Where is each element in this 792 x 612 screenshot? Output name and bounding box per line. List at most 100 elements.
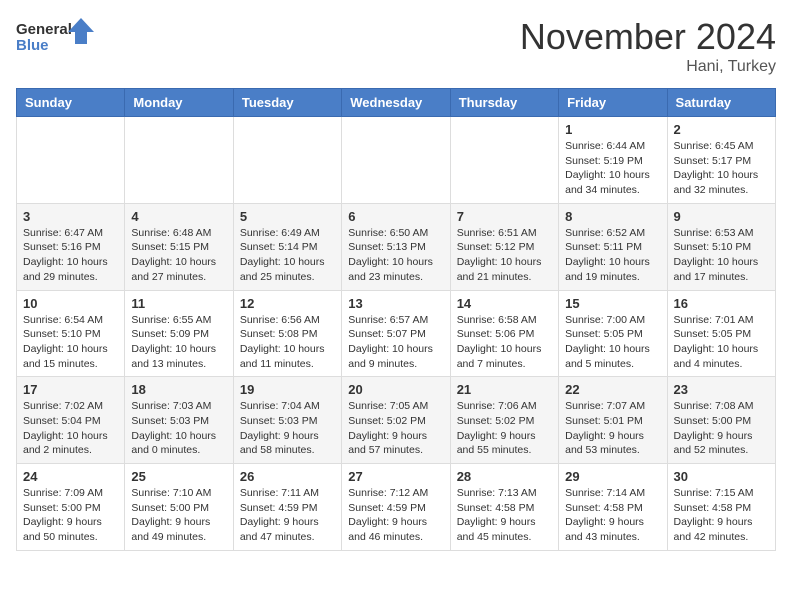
day-header-sunday: Sunday — [17, 89, 125, 117]
day-info: Sunrise: 7:10 AM Sunset: 5:00 PM Dayligh… — [131, 486, 226, 545]
day-number: 20 — [348, 382, 443, 397]
day-info: Sunrise: 7:06 AM Sunset: 5:02 PM Dayligh… — [457, 399, 552, 458]
day-number: 29 — [565, 469, 660, 484]
day-number: 23 — [674, 382, 769, 397]
logo: GeneralBlue — [16, 16, 96, 60]
day-header-friday: Friday — [559, 89, 667, 117]
day-header-thursday: Thursday — [450, 89, 558, 117]
svg-text:Blue: Blue — [16, 37, 49, 54]
day-info: Sunrise: 6:57 AM Sunset: 5:07 PM Dayligh… — [348, 313, 443, 372]
day-info: Sunrise: 7:15 AM Sunset: 4:58 PM Dayligh… — [674, 486, 769, 545]
day-info: Sunrise: 6:52 AM Sunset: 5:11 PM Dayligh… — [565, 226, 660, 285]
day-number: 4 — [131, 209, 226, 224]
day-info: Sunrise: 6:55 AM Sunset: 5:09 PM Dayligh… — [131, 313, 226, 372]
day-number: 8 — [565, 209, 660, 224]
day-header-monday: Monday — [125, 89, 233, 117]
day-info: Sunrise: 7:03 AM Sunset: 5:03 PM Dayligh… — [131, 399, 226, 458]
day-number: 6 — [348, 209, 443, 224]
calendar-header: SundayMondayTuesdayWednesdayThursdayFrid… — [17, 89, 776, 117]
calendar-cell — [17, 117, 125, 204]
calendar-cell: 15 Sunrise: 7:00 AM Sunset: 5:05 PM Dayli… — [559, 290, 667, 377]
day-number: 14 — [457, 296, 552, 311]
day-info: Sunrise: 6:53 AM Sunset: 5:10 PM Dayligh… — [674, 226, 769, 285]
day-number: 16 — [674, 296, 769, 311]
day-info: Sunrise: 7:00 AM Sunset: 5:05 PM Dayligh… — [565, 313, 660, 372]
day-number: 5 — [240, 209, 335, 224]
calendar-cell: 23 Sunrise: 7:08 AM Sunset: 5:00 PM Dayli… — [667, 377, 775, 464]
day-info: Sunrise: 7:04 AM Sunset: 5:03 PM Dayligh… — [240, 399, 335, 458]
day-header-saturday: Saturday — [667, 89, 775, 117]
calendar-cell: 11Sunrise: 6:55 AM Sunset: 5:09 PM Dayli… — [125, 290, 233, 377]
calendar-cell: 13 Sunrise: 6:57 AM Sunset: 5:07 PM Dayli… — [342, 290, 450, 377]
calendar-cell: 20 Sunrise: 7:05 AM Sunset: 5:02 PM Dayli… — [342, 377, 450, 464]
calendar-cell: 21 Sunrise: 7:06 AM Sunset: 5:02 PM Dayli… — [450, 377, 558, 464]
calendar-cell: 12 Sunrise: 6:56 AM Sunset: 5:08 PM Dayli… — [233, 290, 341, 377]
day-number: 13 — [348, 296, 443, 311]
calendar-cell — [125, 117, 233, 204]
title-section: November 2024 Hani, Turkey — [520, 16, 776, 76]
week-row-1: 1 Sunrise: 6:44 AM Sunset: 5:19 PM Daylig… — [17, 117, 776, 204]
calendar-cell: 28 Sunrise: 7:13 AM Sunset: 4:58 PM Dayli… — [450, 464, 558, 551]
day-number: 19 — [240, 382, 335, 397]
week-row-4: 17 Sunrise: 7:02 AM Sunset: 5:04 PM Dayli… — [17, 377, 776, 464]
calendar-cell: 19 Sunrise: 7:04 AM Sunset: 5:03 PM Dayli… — [233, 377, 341, 464]
day-info: Sunrise: 6:49 AM Sunset: 5:14 PM Dayligh… — [240, 226, 335, 285]
week-row-3: 10Sunrise: 6:54 AM Sunset: 5:10 PM Dayli… — [17, 290, 776, 377]
day-info: Sunrise: 6:45 AM Sunset: 5:17 PM Dayligh… — [674, 139, 769, 198]
month-title: November 2024 — [520, 16, 776, 58]
calendar-body: 1 Sunrise: 6:44 AM Sunset: 5:19 PM Daylig… — [17, 117, 776, 551]
day-info: Sunrise: 7:14 AM Sunset: 4:58 PM Dayligh… — [565, 486, 660, 545]
calendar-cell: 7Sunrise: 6:51 AM Sunset: 5:12 PM Daylig… — [450, 203, 558, 290]
day-number: 12 — [240, 296, 335, 311]
calendar-cell — [342, 117, 450, 204]
day-number: 30 — [674, 469, 769, 484]
day-info: Sunrise: 7:07 AM Sunset: 5:01 PM Dayligh… — [565, 399, 660, 458]
day-info: Sunrise: 7:02 AM Sunset: 5:04 PM Dayligh… — [23, 399, 118, 458]
day-number: 1 — [565, 122, 660, 137]
calendar-cell: 6 Sunrise: 6:50 AM Sunset: 5:13 PM Daylig… — [342, 203, 450, 290]
calendar-cell: 22Sunrise: 7:07 AM Sunset: 5:01 PM Dayli… — [559, 377, 667, 464]
day-header-tuesday: Tuesday — [233, 89, 341, 117]
day-info: Sunrise: 7:13 AM Sunset: 4:58 PM Dayligh… — [457, 486, 552, 545]
day-number: 25 — [131, 469, 226, 484]
calendar-cell: 16 Sunrise: 7:01 AM Sunset: 5:05 PM Dayli… — [667, 290, 775, 377]
day-number: 21 — [457, 382, 552, 397]
header: GeneralBlue November 2024 Hani, Turkey — [16, 16, 776, 76]
day-info: Sunrise: 6:44 AM Sunset: 5:19 PM Dayligh… — [565, 139, 660, 198]
calendar-cell: 17 Sunrise: 7:02 AM Sunset: 5:04 PM Dayli… — [17, 377, 125, 464]
day-number: 17 — [23, 382, 118, 397]
calendar-cell: 25 Sunrise: 7:10 AM Sunset: 5:00 PM Dayli… — [125, 464, 233, 551]
calendar-cell — [233, 117, 341, 204]
day-info: Sunrise: 7:11 AM Sunset: 4:59 PM Dayligh… — [240, 486, 335, 545]
calendar-cell: 1 Sunrise: 6:44 AM Sunset: 5:19 PM Daylig… — [559, 117, 667, 204]
calendar-cell: 18 Sunrise: 7:03 AM Sunset: 5:03 PM Dayli… — [125, 377, 233, 464]
day-info: Sunrise: 7:08 AM Sunset: 5:00 PM Dayligh… — [674, 399, 769, 458]
day-info: Sunrise: 6:47 AM Sunset: 5:16 PM Dayligh… — [23, 226, 118, 285]
day-number: 15 — [565, 296, 660, 311]
day-number: 2 — [674, 122, 769, 137]
calendar-cell: 14 Sunrise: 6:58 AM Sunset: 5:06 PM Dayli… — [450, 290, 558, 377]
calendar-cell — [450, 117, 558, 204]
calendar-cell: 29 Sunrise: 7:14 AM Sunset: 4:58 PM Dayli… — [559, 464, 667, 551]
calendar-cell: 24 Sunrise: 7:09 AM Sunset: 5:00 PM Dayli… — [17, 464, 125, 551]
day-number: 24 — [23, 469, 118, 484]
day-info: Sunrise: 7:09 AM Sunset: 5:00 PM Dayligh… — [23, 486, 118, 545]
day-info: Sunrise: 6:50 AM Sunset: 5:13 PM Dayligh… — [348, 226, 443, 285]
day-info: Sunrise: 7:12 AM Sunset: 4:59 PM Dayligh… — [348, 486, 443, 545]
day-info: Sunrise: 6:58 AM Sunset: 5:06 PM Dayligh… — [457, 313, 552, 372]
svg-text:General: General — [16, 21, 72, 38]
header-row: SundayMondayTuesdayWednesdayThursdayFrid… — [17, 89, 776, 117]
calendar-cell: 4Sunrise: 6:48 AM Sunset: 5:15 PM Daylig… — [125, 203, 233, 290]
logo-svg: GeneralBlue — [16, 16, 96, 60]
day-info: Sunrise: 7:01 AM Sunset: 5:05 PM Dayligh… — [674, 313, 769, 372]
day-number: 10 — [23, 296, 118, 311]
day-number: 18 — [131, 382, 226, 397]
day-info: Sunrise: 7:05 AM Sunset: 5:02 PM Dayligh… — [348, 399, 443, 458]
day-info: Sunrise: 6:56 AM Sunset: 5:08 PM Dayligh… — [240, 313, 335, 372]
calendar: SundayMondayTuesdayWednesdayThursdayFrid… — [16, 88, 776, 551]
day-number: 27 — [348, 469, 443, 484]
day-number: 28 — [457, 469, 552, 484]
calendar-cell: 26Sunrise: 7:11 AM Sunset: 4:59 PM Dayli… — [233, 464, 341, 551]
day-number: 3 — [23, 209, 118, 224]
day-header-wednesday: Wednesday — [342, 89, 450, 117]
